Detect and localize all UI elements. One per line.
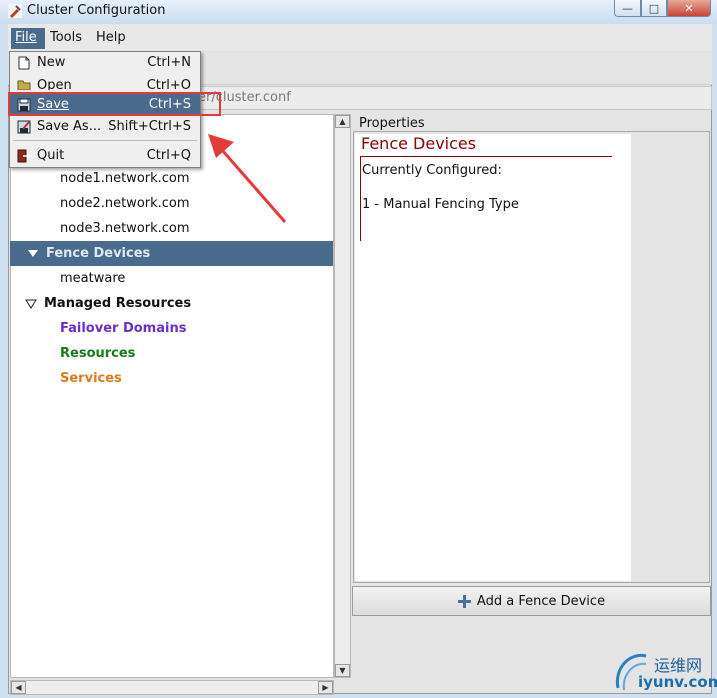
plus-icon <box>457 594 471 608</box>
tree-node-label: node2.network.com <box>60 196 190 211</box>
expander-down-icon[interactable] <box>25 299 37 309</box>
scroll-up-button[interactable]: ▲ <box>335 115 350 128</box>
expander-down-icon[interactable] <box>28 250 38 257</box>
watermark-url: iyunv.com <box>638 673 717 691</box>
annotation-highlight-box <box>8 92 221 116</box>
annotation-arrow-icon <box>208 134 287 223</box>
menu-item-quit-shortcut: Ctrl+Q <box>146 148 191 163</box>
menu-item-quit-label: Quit <box>37 148 65 163</box>
menu-tools-label: Tools <box>50 30 83 45</box>
menu-file-label: File <box>15 30 37 45</box>
menu-item-new-shortcut: Ctrl+N <box>147 55 191 70</box>
minimize-icon: — <box>622 1 633 15</box>
maximize-icon: □ <box>648 1 660 15</box>
menu-item-save-as-label: Save As... <box>37 119 102 134</box>
menu-item-new-label: New <box>37 55 66 70</box>
menu-help[interactable]: Help <box>92 28 130 49</box>
scroll-left-button[interactable]: ◀ <box>11 681 26 694</box>
menu-item-open[interactable]: Open Ctrl+O <box>10 78 200 90</box>
menu-tools[interactable]: Tools <box>46 28 86 49</box>
menu-item-open-shortcut: Ctrl+O <box>146 78 191 90</box>
currently-configured-label: Currently Configured: <box>362 163 502 178</box>
scroll-right-button[interactable]: ▶ <box>318 681 333 694</box>
save-as-icon <box>17 120 31 133</box>
tree-failover-domains[interactable]: Failover Domains <box>10 316 333 341</box>
properties-title: Fence Devices <box>361 134 477 153</box>
tree-services-label: Services <box>60 371 122 386</box>
add-fence-device-button[interactable]: Add a Fence Device <box>352 586 711 616</box>
tree-managed-resources-label: Managed Resources <box>44 296 192 311</box>
fence-device-entry: 1 - Manual Fencing Type <box>362 197 519 212</box>
scroll-down-button[interactable]: ▼ <box>335 664 350 677</box>
tree-meatware[interactable]: meatware <box>10 266 333 291</box>
tree-vertical-scrollbar[interactable]: ▲ ▼ <box>334 114 351 678</box>
title-underline <box>360 156 612 157</box>
tree-meatware-label: meatware <box>60 271 126 286</box>
up-arrow-icon: ▲ <box>339 117 346 126</box>
close-icon: ✕ <box>684 1 694 15</box>
maximize-button[interactable]: □ <box>641 0 667 17</box>
tree-managed-resources[interactable]: Managed Resources <box>10 291 333 316</box>
open-folder-icon <box>17 80 31 90</box>
menu-item-save-as-shortcut: Shift+Ctrl+S <box>108 119 191 134</box>
menu-item-new[interactable]: New Ctrl+N <box>10 52 200 73</box>
tree-node-label: node1.network.com <box>60 171 190 186</box>
tree-services[interactable]: Services <box>10 366 333 391</box>
properties-label: Properties <box>357 116 427 131</box>
tree-fence-devices-label: Fence Devices <box>46 246 151 261</box>
left-arrow-icon: ◀ <box>15 683 22 692</box>
right-arrow-icon: ▶ <box>322 683 329 692</box>
minimize-button[interactable]: — <box>614 0 641 17</box>
window-title: Cluster Configuration <box>27 3 166 18</box>
content-left-rule <box>360 157 361 241</box>
menu-help-label: Help <box>96 30 126 45</box>
tree-resources-label: Resources <box>60 346 136 361</box>
tree-fence-devices[interactable]: Fence Devices <box>10 241 333 266</box>
menu-file[interactable]: File <box>11 28 45 49</box>
menu-item-open-label: Open <box>37 78 72 90</box>
new-file-icon <box>18 56 30 69</box>
down-arrow-icon: ▼ <box>339 666 346 675</box>
menu-item-quit[interactable]: Quit Ctrl+Q <box>10 145 200 166</box>
menu-item-save-as[interactable]: Save As... Shift+Ctrl+S <box>10 116 200 137</box>
tree-resources[interactable]: Resources <box>10 341 333 366</box>
tree-failover-domains-label: Failover Domains <box>60 321 187 336</box>
tree-node-label: node3.network.com <box>60 221 190 236</box>
tree-horizontal-scrollbar[interactable]: ◀ ▶ <box>10 680 334 695</box>
menu-separator <box>13 140 197 141</box>
quit-icon <box>17 149 31 162</box>
close-button[interactable]: ✕ <box>667 0 711 17</box>
app-icon <box>8 4 22 18</box>
add-fence-device-label: Add a Fence Device <box>476 593 606 609</box>
menubar: File Tools Help <box>8 24 712 51</box>
